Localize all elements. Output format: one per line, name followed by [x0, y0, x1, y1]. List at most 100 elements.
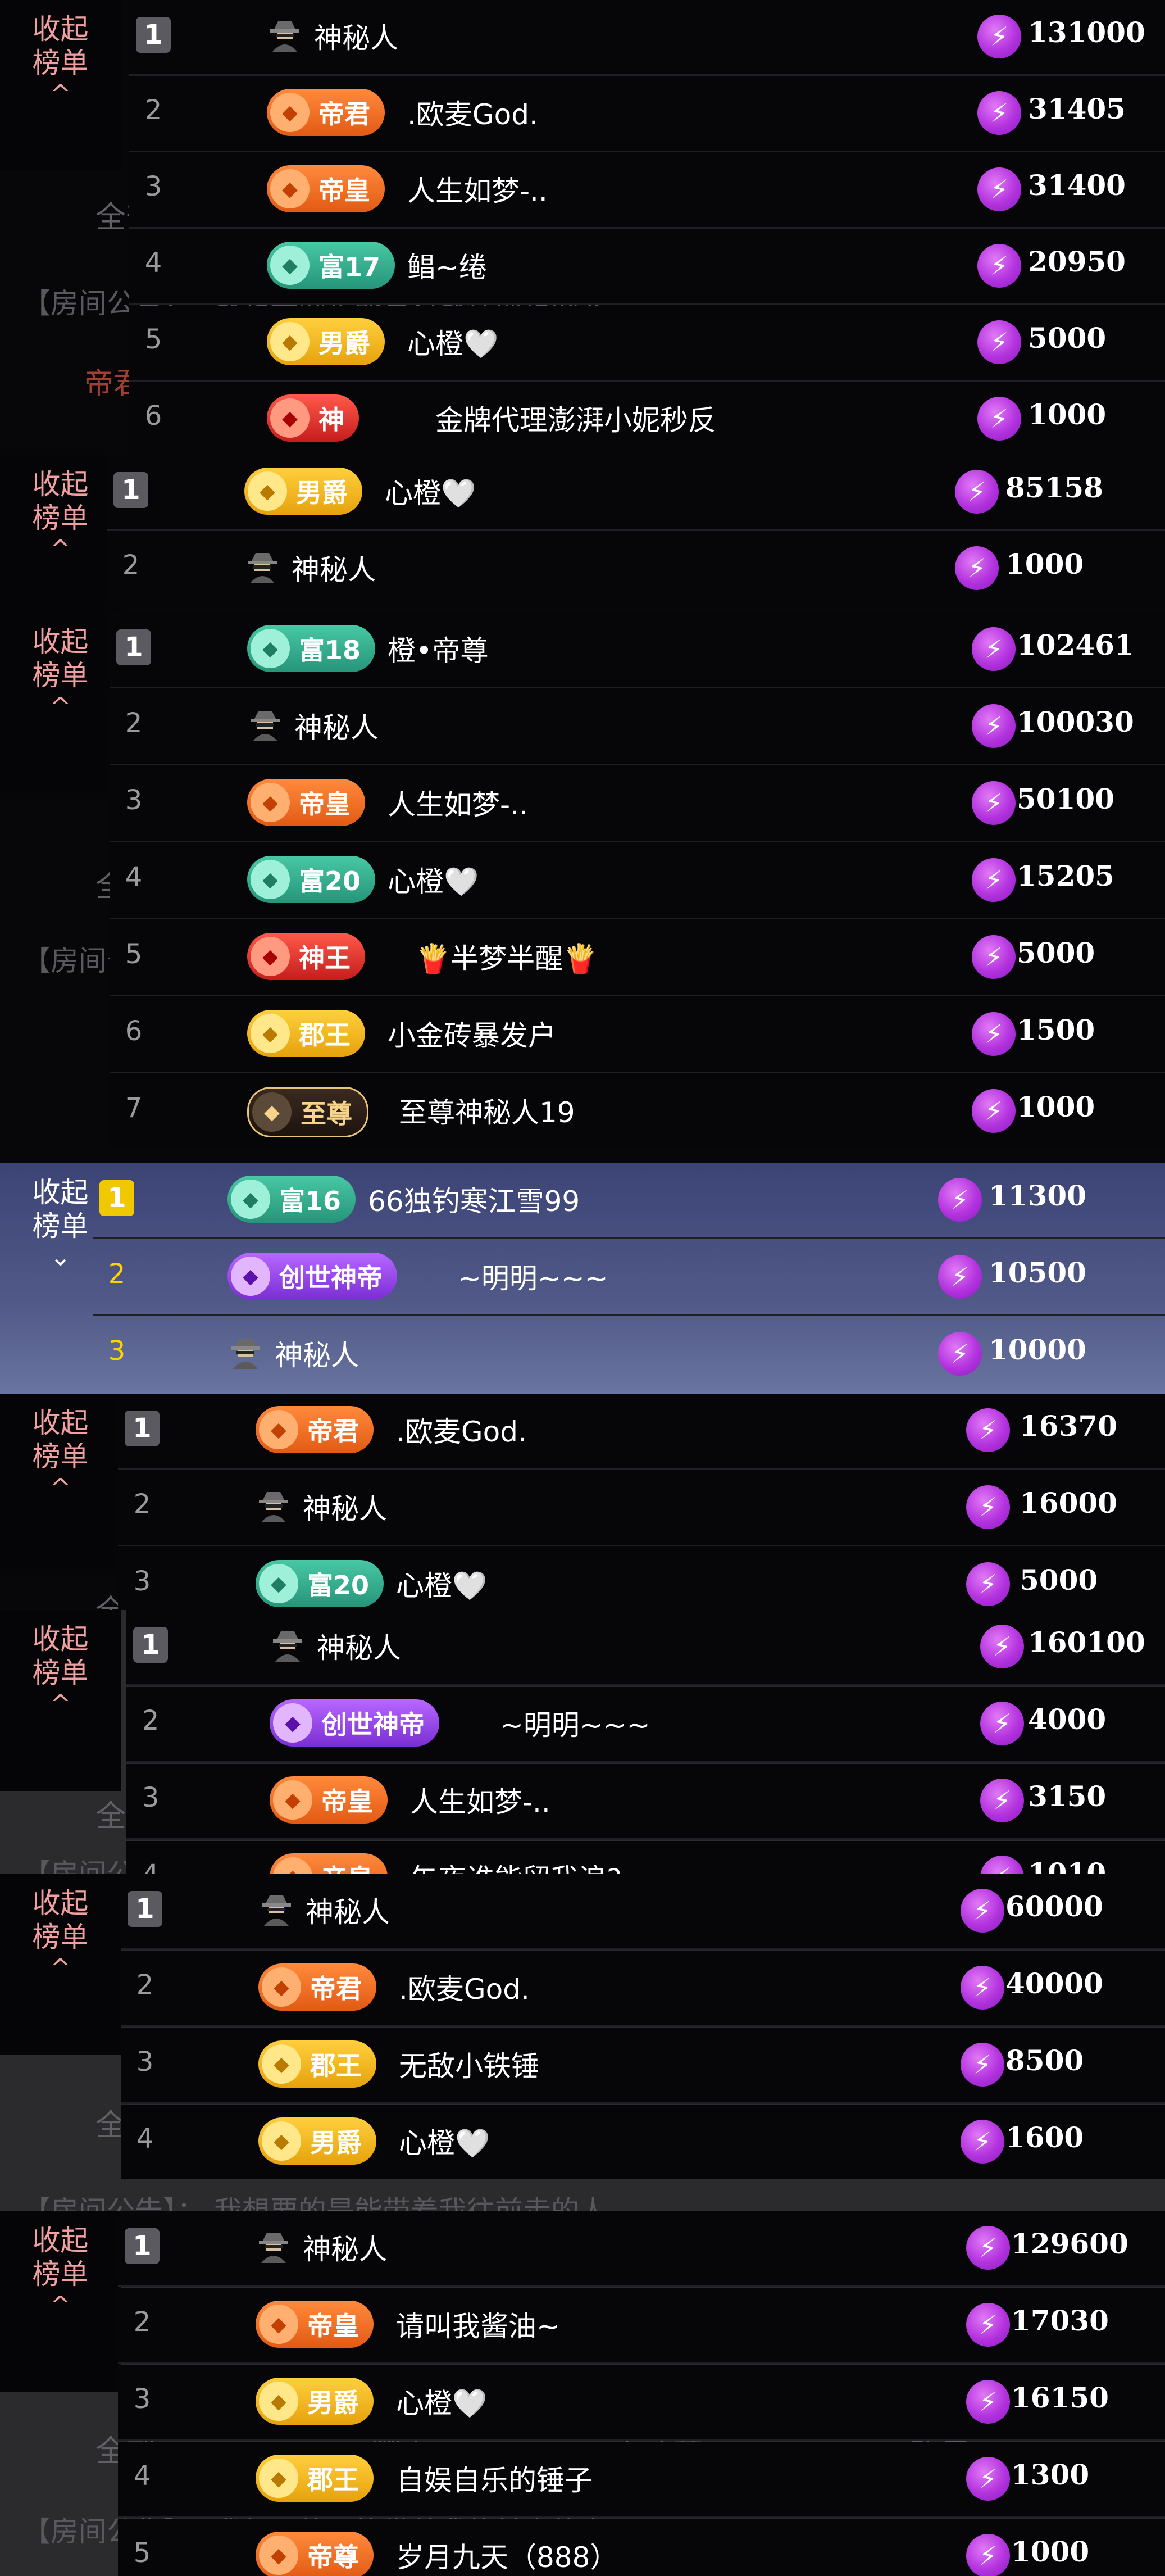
collapse-leaderboard-toggle[interactable]: 收起 榜单 ^: [0, 1610, 121, 1791]
user-nickname[interactable]: ~明明~~~: [500, 1703, 650, 1743]
user-nickname[interactable]: .欧麦God.: [396, 1409, 527, 1450]
user-nickname[interactable]: 66独钓寒江雪99: [368, 1179, 580, 1219]
leaderboard-row[interactable]: 4 ◆ 帝皇 午夜谁能留我浪? ⚡1010: [126, 1841, 1165, 1874]
lightning-bolt-icon: ⚡: [966, 1562, 1010, 1606]
leaderboard-row[interactable]: 2 神秘人 ⚡ 16000: [118, 1471, 1165, 1546]
collapse-leaderboard-toggle[interactable]: 收起 榜单 ^: [0, 1394, 121, 1575]
user-nickname[interactable]: 请叫我酱油~: [396, 2304, 560, 2344]
leaderboard-row[interactable]: 2 ◆ 创世神帝 ~明明~~~ ⚡ 10500: [93, 1240, 1165, 1316]
leaderboard-row[interactable]: 3 ◆ 男爵 心橙🤍 ⚡ 16150: [118, 2365, 1165, 2441]
user-nickname[interactable]: 心橙🤍: [396, 2381, 487, 2421]
user-nickname[interactable]: 午夜谁能留我浪?: [410, 1857, 622, 1874]
badge-title: 神: [318, 405, 344, 435]
user-nickname[interactable]: 神秘人: [317, 1626, 401, 1666]
user-nickname[interactable]: 心橙🤍: [385, 471, 476, 511]
leaderboard-row[interactable]: 1 神秘人 ⚡ 60000: [121, 1874, 1165, 1950]
leaderboard-row[interactable]: 2 神秘人 ⚡ 100030: [110, 690, 1165, 765]
leaderboard-row[interactable]: 5 ◆ 神王 🍟半梦半醒🍟 ⚡ 5000: [110, 920, 1165, 996]
user-nickname[interactable]: 心橙🤍: [396, 1563, 487, 1604]
badge-emblem-icon: ◆: [273, 1703, 312, 1743]
leaderboard-row[interactable]: 2 ◆ 帝皇 请叫我酱油~ ⚡ 17030: [118, 2288, 1165, 2364]
leaderboard-row[interactable]: 1 神秘人 ⚡ 160100: [126, 1610, 1165, 1686]
leaderboard-row[interactable]: 4 ◆ 郡王 自娱自乐的锤子 ⚡ 1300: [118, 2442, 1165, 2518]
user-nickname[interactable]: 神秘人: [303, 1486, 387, 1527]
badge-emblem-icon: ◆: [262, 2121, 301, 2161]
leaderboard-row[interactable]: 3 ◆ 富20 心橙🤍 ⚡ 5000: [118, 1548, 1165, 1610]
rank-number: 4: [125, 861, 143, 893]
user-nickname[interactable]: 神秘人: [292, 547, 376, 588]
leaderboard-row[interactable]: 1 ◆ 帝君 .欧麦God. ⚡ 16370: [118, 1394, 1165, 1470]
leaderboard-row[interactable]: 5 ◆ 帝尊 岁月九天（888） ⚡ 1000: [118, 2519, 1165, 2576]
leaderboard-row[interactable]: 4 ◆ 富20 心橙🤍 ⚡ 15205: [110, 843, 1165, 919]
user-nickname[interactable]: 自娱自乐的锤子: [396, 2458, 593, 2498]
spy-avatar-icon: [227, 1334, 263, 1370]
leaderboard-row[interactable]: 3 ◆ 帝皇 人生如梦-.. ⚡ 31400: [129, 153, 1165, 229]
leaderboard-row[interactable]: 4 ◆ 男爵 心橙🤍 ⚡ 1600: [121, 2105, 1165, 2179]
user-nickname[interactable]: .欧麦God.: [399, 1967, 530, 2007]
leaderboard-row[interactable]: 3 神秘人 ⚡ 10000: [93, 1317, 1165, 1391]
leaderboard-row[interactable]: 7 ◆ 至尊 至尊神秘人19 ⚡ 1000: [110, 1074, 1165, 1149]
leaderboard-row[interactable]: 4 ◆ 富17 鲳~绻 ⚡ 20950: [129, 229, 1165, 305]
collapse-leaderboard-toggle[interactable]: 收起 榜单 ^: [0, 2211, 121, 2392]
user-nickname[interactable]: 神秘人: [294, 705, 379, 746]
user-nickname[interactable]: 鲳~绻: [407, 245, 487, 285]
lightning-bolt-icon: ⚡: [972, 627, 1016, 671]
rank-badge: ◆ 帝君: [267, 89, 385, 136]
user-nickname[interactable]: 人生如梦-..: [407, 169, 548, 209]
leaderboard-row[interactable]: 3 ◆ 帝皇 人生如梦-.. ⚡ 50100: [110, 767, 1165, 842]
user-nickname[interactable]: 神秘人: [275, 1333, 359, 1373]
user-nickname[interactable]: ~明明~~~: [458, 1256, 608, 1296]
user-nickname[interactable]: 心橙🤍: [407, 321, 498, 362]
user-nickname[interactable]: 无敌小铁锤: [399, 2044, 539, 2084]
collapse-leaderboard-toggle[interactable]: 收起 榜单 ^: [0, 1874, 121, 2055]
user-nickname[interactable]: 小金砖暴发户: [388, 1013, 556, 1054]
collapse-leaderboard-toggle[interactable]: 收起 榜单 ^: [0, 455, 121, 613]
spy-avatar-icon: [267, 17, 303, 53]
badge-title: 帝皇: [321, 1858, 373, 1874]
leaderboard-row[interactable]: 1 ◆ 男爵 心橙🤍 ⚡ 85158: [107, 455, 1165, 531]
badge-title: 富18: [299, 635, 361, 665]
toggle-label-line2: 榜单: [32, 659, 89, 692]
leaderboard-row[interactable]: 1 神秘人 ⚡ 131000: [129, 0, 1165, 76]
leaderboard-row[interactable]: 3 ◆ 帝皇 人生如梦-.. ⚡ 3150: [126, 1764, 1165, 1840]
user-nickname[interactable]: 橙•帝尊: [388, 628, 489, 669]
contribution-value: 5000: [1028, 321, 1107, 355]
user-nickname[interactable]: 心橙🤍: [388, 859, 479, 900]
leaderboard-row[interactable]: 1 ◆ 富18 橙•帝尊 ⚡ 102461: [110, 613, 1165, 688]
rank-badge: ◆ 郡王: [258, 2040, 376, 2088]
user-nickname[interactable]: 🍟半梦半醒🍟: [416, 936, 598, 977]
user-nickname[interactable]: 人生如梦-..: [410, 1780, 550, 1820]
rank-number: 6: [125, 1015, 143, 1047]
contribution-value: 1000: [1028, 398, 1107, 431]
leaderboard-row[interactable]: 6 ◆ 神金牌代理澎湃小妮秒反 ⚡ 1000: [129, 382, 1165, 455]
rank-badge: ◆ 帝皇: [270, 1853, 388, 1874]
lightning-bolt-icon: ⚡: [977, 167, 1021, 211]
collapse-leaderboard-toggle[interactable]: 收起 榜单 ^: [0, 613, 121, 793]
leaderboard-row[interactable]: 1 神秘人 ⚡ 129600: [118, 2211, 1165, 2287]
user-nickname[interactable]: .欧麦God.: [407, 92, 538, 133]
leaderboard-row[interactable]: 2 ◆ 帝君 .欧麦God. ⚡ 40000: [121, 1951, 1165, 2027]
leaderboard-row[interactable]: 5 ◆ 男爵 心橙🤍 ⚡ 5000: [129, 306, 1165, 382]
user-nickname[interactable]: 岁月九天（888）: [396, 2535, 618, 2575]
leaderboard-row[interactable]: 2 ◆ 帝君 .欧麦God. ⚡ 31405: [129, 76, 1165, 152]
leaderboard-row[interactable]: 3 ◆ 郡王 无敌小铁锤 ⚡ 8500: [121, 2028, 1165, 2104]
user-nickname[interactable]: 金牌代理澎湃小妮秒反: [435, 398, 716, 438]
user-nickname[interactable]: 神秘人: [303, 2227, 387, 2267]
leaderboard-row[interactable]: 1 ◆ 富16 66独钓寒江雪99 ⚡ 11300: [93, 1163, 1165, 1239]
contribution-value: 129600: [1011, 2227, 1128, 2260]
contribution-value: 16370: [1020, 1409, 1117, 1443]
collapse-leaderboard-toggle[interactable]: 收起 榜单 ^: [0, 0, 121, 170]
lightning-bolt-icon: ⚡: [966, 2457, 1010, 2501]
user-nickname[interactable]: 人生如梦-..: [388, 782, 528, 823]
badge-emblem-icon: ◆: [273, 1780, 312, 1820]
leaderboard-row[interactable]: 6 ◆ 郡王 小金砖暴发户 ⚡ 1500: [110, 997, 1165, 1073]
user-nickname[interactable]: 神秘人: [306, 1890, 390, 1930]
leaderboard-row[interactable]: 2 ◆ 创世神帝 ~明明~~~ ⚡ 4000: [126, 1687, 1165, 1763]
chevron-up-icon: ^: [50, 1954, 71, 1983]
user-nickname[interactable]: 至尊神秘人19: [399, 1090, 575, 1131]
user-nickname[interactable]: 心橙🤍: [399, 2121, 490, 2161]
spy-avatar-icon: [247, 706, 283, 742]
lightning-bolt-icon: ⚡: [961, 2043, 1004, 2087]
leaderboard-row[interactable]: 2 神秘人 ⚡ 1000: [107, 532, 1165, 606]
user-nickname[interactable]: 神秘人: [314, 16, 398, 56]
